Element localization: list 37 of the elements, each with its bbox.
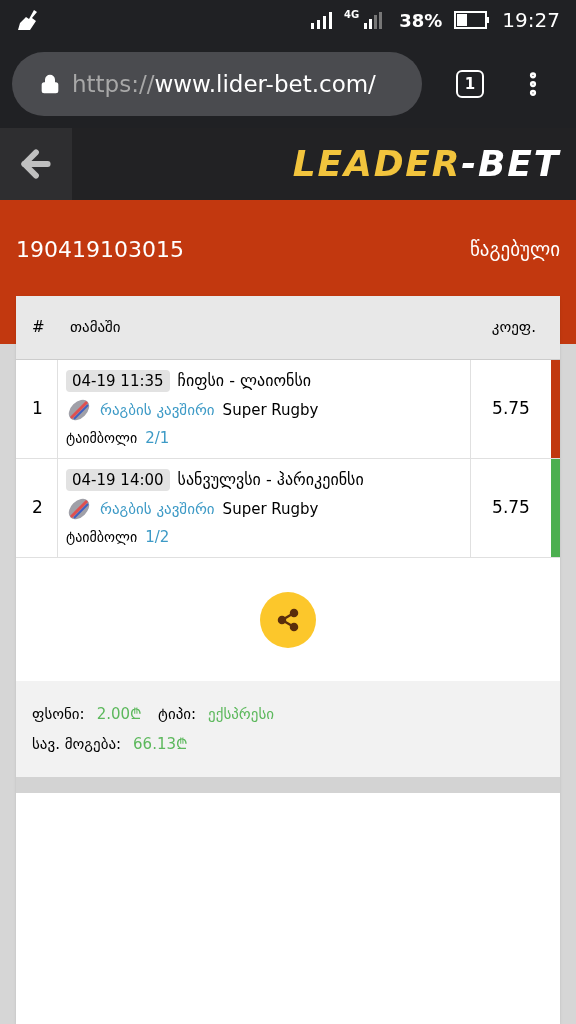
- market-name: ტაიმბოლი: [66, 527, 138, 547]
- ticket-status: წაგებული: [470, 236, 560, 263]
- url-field[interactable]: https://www.lider-bet.com/: [12, 52, 422, 116]
- type-value: ექსპრესი: [208, 703, 274, 725]
- stake-value: 2.00₾: [96, 703, 143, 725]
- column-header: თამაში: [69, 317, 122, 339]
- ticket-id: 190419103015: [16, 235, 184, 264]
- odds-value: 5.75: [491, 496, 531, 520]
- share-icon: [276, 607, 300, 632]
- network-type: 4G: [344, 7, 360, 22]
- market-name: ტაიმბოლი: [66, 428, 138, 448]
- pick-value: 1/2: [145, 526, 170, 548]
- odds-value: 5.75: [491, 397, 531, 421]
- clock: 19:27: [502, 7, 560, 34]
- row-number: 1: [16, 360, 58, 458]
- lock-icon: [40, 74, 60, 94]
- league-name: Super Rugby: [222, 498, 319, 520]
- battery-icon: [454, 10, 491, 30]
- battery-percent: 38%: [399, 8, 443, 33]
- column-header: #: [31, 317, 46, 339]
- win-value: 66.13₾: [133, 734, 189, 755]
- row-number: 2: [16, 459, 58, 557]
- win-label: სავ. მოგება:: [32, 734, 122, 755]
- url-text: https://www.lider-bet.com/: [72, 69, 376, 99]
- signal-icon: [363, 11, 384, 29]
- signal-icon: [310, 11, 333, 29]
- tab-count-button[interactable]: 1: [456, 70, 484, 98]
- stake-label: ფსონი:: [32, 703, 85, 725]
- column-header: კოეფ.: [490, 317, 537, 339]
- match-name: ჩიფსი - ლაიონსი: [177, 369, 312, 392]
- back-button[interactable]: [0, 128, 72, 200]
- type-label: ტიპი:: [158, 703, 197, 725]
- pick-value: 2/1: [145, 427, 170, 449]
- match-time: 04-19 14:00: [66, 468, 170, 491]
- league-name: Super Rugby: [222, 399, 319, 421]
- match-time: 04-19 11:35: [66, 369, 170, 392]
- match-name: სანვულვსი - ჰარიკეინსი: [177, 468, 364, 491]
